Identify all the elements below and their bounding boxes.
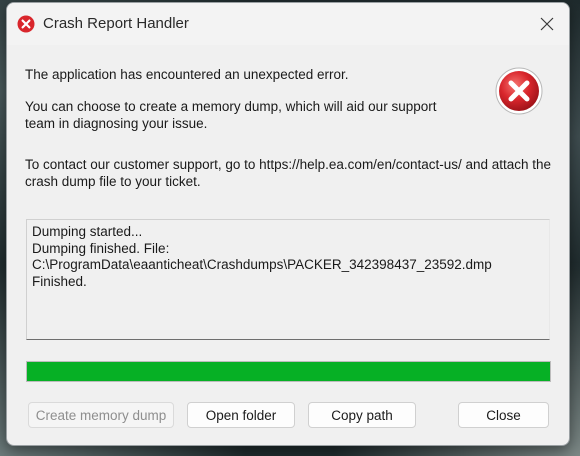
open-folder-button[interactable]: Open folder <box>187 402 295 428</box>
error-message: The application has encountered an unexp… <box>25 67 349 82</box>
log-line: Dumping finished. File: <box>32 240 170 256</box>
close-icon[interactable] <box>533 12 561 36</box>
log-line: C:\ProgramData\eaanticheat\Crashdumps\PA… <box>32 257 492 272</box>
crash-report-dialog: Crash Report Handler The application has… <box>6 2 570 446</box>
close-button[interactable]: Close <box>458 402 549 428</box>
window-title: Crash Report Handler <box>43 15 189 32</box>
progress-bar-fill <box>27 362 550 381</box>
progress-bar <box>26 361 551 382</box>
create-memory-dump-button[interactable]: Create memory dump <box>28 402 174 428</box>
support-message: To contact our customer support, go to h… <box>25 157 552 189</box>
error-icon <box>17 15 35 33</box>
memory-dump-message: You can choose to create a memory dump, … <box>25 99 437 131</box>
error-large-icon <box>494 66 544 116</box>
log-line: Dumping started... <box>32 224 143 239</box>
log-line: Finished. <box>32 273 87 289</box>
title-bar[interactable]: Crash Report Handler <box>7 3 569 45</box>
log-output[interactable]: Dumping started... Dumping finished. Fil… <box>26 219 550 340</box>
copy-path-button[interactable]: Copy path <box>308 402 416 428</box>
